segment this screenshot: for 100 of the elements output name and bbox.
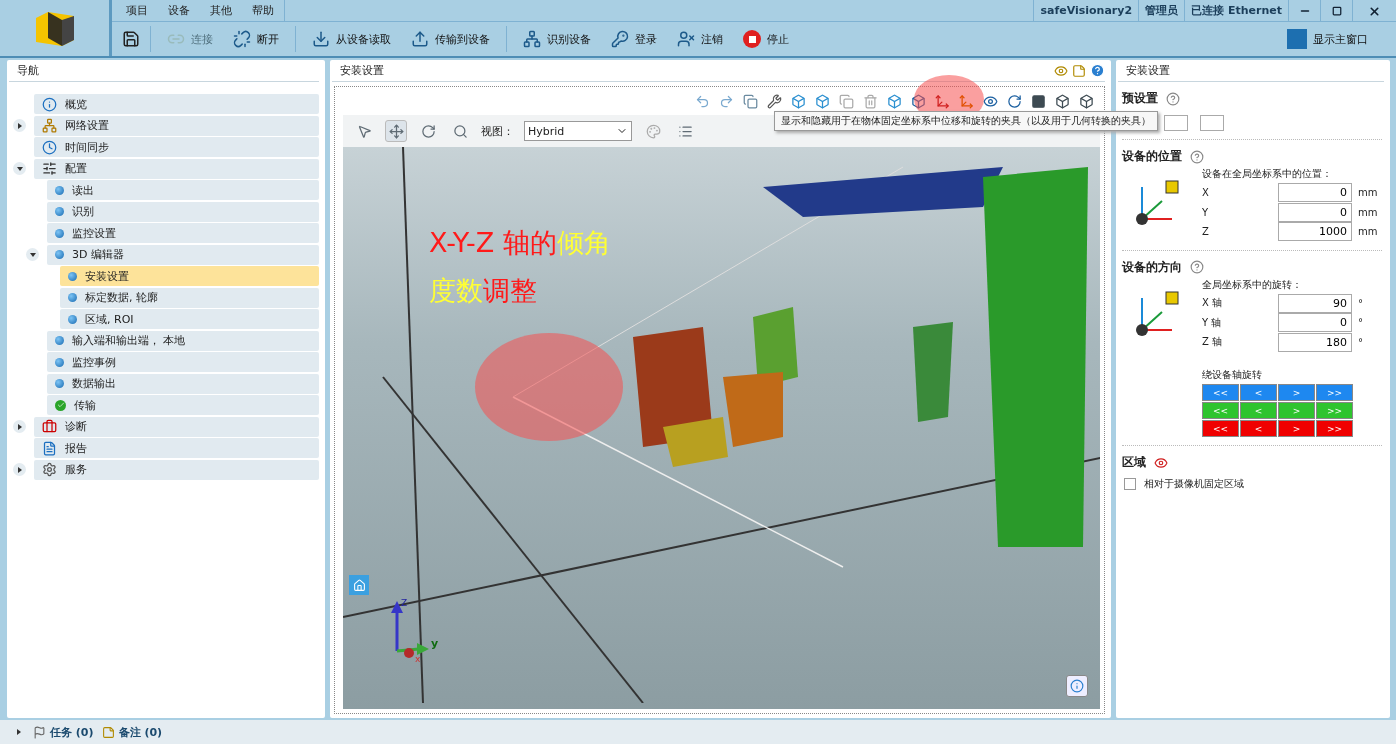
tooltip: 显示和隐藏用于在物体固定坐标系中位移和旋转的夹具（以及用于几何转换的夹具） (774, 111, 1158, 131)
trash-icon[interactable] (863, 93, 878, 109)
nav-item[interactable]: 识别 (47, 201, 319, 222)
help-icon[interactable] (1190, 260, 1204, 274)
nav-item[interactable]: 监控设置 (47, 223, 319, 244)
nav-item[interactable]: 概览 (34, 94, 319, 115)
nav-item[interactable]: 读出 (47, 180, 319, 201)
show-main-window-button[interactable]: 显示主窗口 (1279, 27, 1376, 51)
menu-item[interactable]: 其他 (200, 0, 242, 21)
rotate-button[interactable]: < (1240, 384, 1277, 401)
undo-icon[interactable] (695, 93, 710, 109)
upload-icon (411, 30, 429, 48)
expand-toggle[interactable] (13, 420, 26, 434)
input-field[interactable]: 0 (1278, 183, 1352, 203)
step-dot-icon (68, 314, 77, 324)
info-cursor-icon[interactable] (1066, 675, 1088, 697)
expand-toggle[interactable] (26, 248, 39, 262)
checkbox[interactable] (1124, 478, 1136, 490)
eye-icon[interactable] (1054, 63, 1068, 78)
expand-toggle[interactable] (13, 162, 26, 176)
nav-item[interactable]: 时间同步 (34, 137, 319, 158)
annotation-text: X-Y-Z 轴的倾角 度数调整 (429, 226, 611, 308)
input-field[interactable]: 90 (1278, 293, 1352, 313)
step-dot-icon (68, 293, 77, 303)
menu-item[interactable]: 设备 (158, 0, 200, 21)
help-icon[interactable] (1166, 91, 1180, 106)
nav-item[interactable]: 安装设置 (60, 266, 319, 287)
toolbar-button[interactable]: 识别设备 (515, 28, 599, 50)
toolbar-button[interactable]: 从设备读取 (304, 28, 399, 50)
box-icon[interactable] (911, 93, 926, 109)
unit-label: mm (1357, 187, 1378, 199)
toolbar-button[interactable]: 登录 (603, 28, 665, 50)
network-icon (42, 118, 57, 134)
nav-item[interactable]: 标定数据, 轮廓 (60, 287, 319, 308)
section-title: 区域 (1122, 454, 1146, 471)
preset-button[interactable] (1164, 115, 1188, 131)
nav-item[interactable]: 输入端和输出端， 本地 (47, 330, 319, 351)
nav-item[interactable]: 网络设置 (34, 115, 319, 136)
section-title: 预设置 (1122, 90, 1158, 107)
cube-icon[interactable] (1055, 93, 1070, 109)
rotate-button[interactable]: >> (1316, 420, 1353, 437)
panel-title: 安装设置 (340, 62, 384, 79)
menu-item[interactable]: 帮助 (242, 0, 284, 21)
preset-button[interactable] (1200, 115, 1224, 131)
nav-item[interactable]: 监控事例 (47, 352, 319, 373)
rotate-button[interactable]: < (1240, 420, 1277, 437)
nav-item[interactable]: 服务 (34, 459, 319, 480)
rotate-button[interactable]: << (1202, 420, 1239, 437)
box-icon[interactable] (887, 93, 902, 109)
input-field[interactable]: 0 (1278, 202, 1352, 222)
caption: 绕设备轴旋转 (1202, 368, 1263, 382)
view-select[interactable]: Hybrid (524, 121, 632, 141)
input-field[interactable]: 1000 (1278, 222, 1352, 242)
rotate-button[interactable]: << (1202, 384, 1239, 401)
eye-icon[interactable] (983, 93, 998, 109)
help-icon[interactable] (1190, 149, 1204, 164)
nav-item[interactable]: 传输 (47, 395, 319, 416)
expand-toggle[interactable] (13, 119, 26, 133)
toolbar-button[interactable]: 传输到设备 (403, 28, 498, 50)
wrench-icon[interactable] (767, 93, 782, 109)
expand-toggle[interactable] (13, 463, 26, 477)
rotate-button[interactable]: > (1278, 420, 1315, 437)
caption: 全局坐标系中的旋转： (1202, 277, 1303, 292)
unlink-icon (233, 30, 251, 48)
nav-item[interactable]: 报告 (34, 438, 319, 459)
key-icon (611, 30, 629, 48)
axes-icon[interactable] (959, 93, 974, 109)
checkbox-row[interactable]: 相对于摄像机固定区域 (1122, 471, 1382, 491)
triangle-icon (16, 122, 23, 129)
solid-cube-icon[interactable] (1031, 93, 1046, 109)
nav-item[interactable]: 诊断 (34, 416, 319, 437)
copy-icon[interactable] (743, 93, 758, 109)
menu-item[interactable]: 项目 (116, 0, 158, 21)
status-cell: 已连接 Ethernet (1184, 0, 1288, 21)
note-icon[interactable] (1072, 63, 1086, 78)
copy-icon[interactable] (839, 93, 854, 109)
toolbar-button[interactable]: 停止 (735, 28, 797, 50)
stop-icon (743, 30, 761, 48)
clock-icon (42, 139, 57, 155)
nav-item[interactable]: 配置 (34, 158, 319, 179)
nav-item[interactable]: 数据输出 (47, 373, 319, 394)
toolbar-button[interactable]: 注销 (669, 28, 731, 50)
move-icon[interactable] (385, 120, 407, 142)
axes-icon[interactable] (935, 93, 950, 109)
toolbar-button[interactable]: 断开 (225, 28, 287, 50)
input-field[interactable]: 0 (1278, 313, 1352, 333)
nav-item[interactable]: 3D 编辑器 (47, 244, 319, 265)
status-item[interactable]: 备注 (0) (101, 724, 163, 740)
step-dot-icon (55, 336, 64, 346)
nav-item[interactable]: 区域, ROI (60, 309, 319, 330)
rotate-icon[interactable] (1007, 93, 1022, 109)
rotate-button[interactable]: > (1278, 384, 1315, 401)
step-dot-icon (55, 250, 64, 260)
rotate-button[interactable]: >> (1316, 384, 1353, 401)
network-icon (523, 30, 541, 48)
home-button[interactable] (349, 575, 369, 595)
redo-icon[interactable] (719, 93, 734, 109)
view-label: 视图： (481, 123, 514, 139)
input-field[interactable]: 180 (1278, 332, 1352, 352)
status-item[interactable]: 任务 (0) (33, 724, 94, 740)
